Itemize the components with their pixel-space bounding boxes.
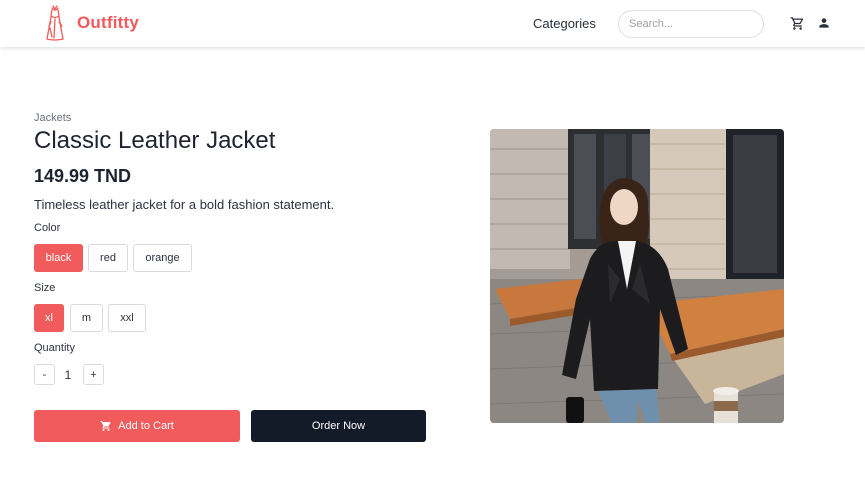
- dress-logo-icon: [46, 5, 64, 41]
- add-to-cart-label: Add to Cart: [118, 420, 174, 432]
- order-now-button[interactable]: Order Now: [251, 410, 426, 442]
- quantity-increment-button[interactable]: +: [83, 364, 104, 385]
- user-icon[interactable]: [817, 16, 831, 30]
- product-title: Classic Leather Jacket: [34, 127, 276, 154]
- color-label: Color: [34, 222, 61, 234]
- product-description: Timeless leather jacket for a bold fashi…: [34, 197, 335, 212]
- color-option-black[interactable]: black: [34, 244, 83, 272]
- nav-categories-link[interactable]: Categories: [533, 16, 596, 31]
- brand-name: Outfitty: [77, 13, 140, 32]
- cart-icon[interactable]: [790, 16, 805, 31]
- quantity-label: Quantity: [34, 342, 75, 354]
- product-price: 149.99 TND: [34, 166, 132, 186]
- quantity-decrement-button[interactable]: -: [34, 364, 55, 385]
- color-option-orange[interactable]: orange: [133, 244, 192, 272]
- product-photo: [490, 129, 784, 423]
- product-category: Jackets: [34, 112, 72, 124]
- color-option-red[interactable]: red: [88, 244, 128, 272]
- add-to-cart-button[interactable]: Add to Cart: [34, 410, 240, 442]
- brand-logo[interactable]: Outfitty: [42, 4, 139, 42]
- size-option-m[interactable]: m: [70, 304, 103, 332]
- cart-icon: [100, 421, 111, 431]
- size-option-xxl[interactable]: xxl: [108, 304, 146, 332]
- size-label: Size: [34, 282, 56, 294]
- search-input[interactable]: [618, 10, 764, 38]
- size-option-xl[interactable]: xl: [34, 304, 64, 332]
- top-navbar: Outfitty Categories: [0, 0, 865, 47]
- quantity-value: 1: [64, 368, 72, 382]
